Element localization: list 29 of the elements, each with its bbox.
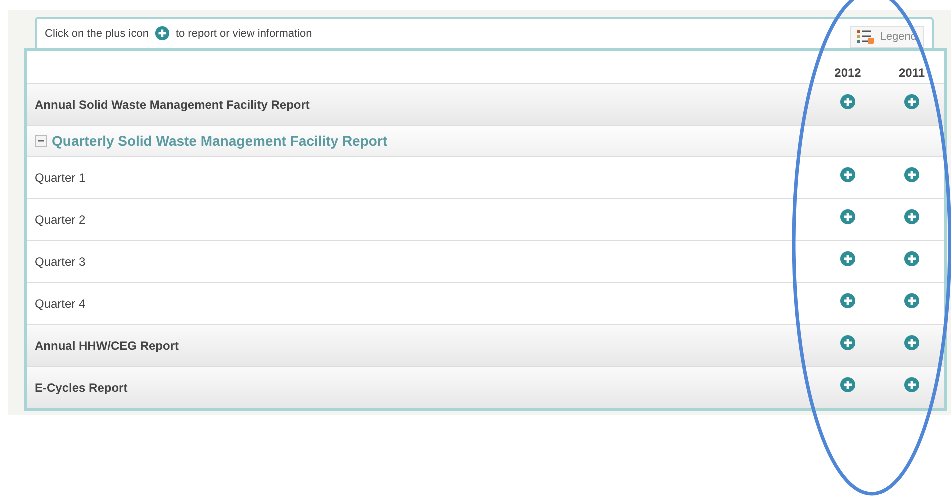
report-title: Quarter 4 [34, 296, 87, 310]
column-header: 2012 [834, 65, 862, 80]
report-title: Quarter 3 [34, 254, 87, 268]
plus-icon[interactable] [904, 377, 920, 393]
plus-icon[interactable] [904, 335, 920, 351]
plus-icon [154, 26, 170, 41]
plus-icon[interactable] [904, 209, 920, 225]
plus-icon[interactable] [840, 251, 856, 267]
legend-icon [857, 28, 876, 44]
group-title[interactable]: Quarterly Solid Waste Management Facility Report [52, 133, 388, 149]
report-title: Quarter 1 [34, 170, 87, 184]
plus-icon[interactable] [840, 293, 856, 309]
column-header: 2011 [898, 65, 926, 80]
instruction-text: to report or view information [176, 28, 312, 40]
plus-icon[interactable] [840, 377, 856, 393]
plus-icon[interactable] [840, 209, 856, 225]
report-title: Quarter 2 [34, 212, 87, 226]
plus-icon[interactable] [840, 335, 856, 351]
plus-icon[interactable] [904, 167, 920, 183]
plus-icon[interactable] [840, 94, 856, 110]
plus-icon[interactable] [840, 167, 856, 183]
plus-icon[interactable] [904, 94, 920, 110]
instruction-text: Click on the plus icon [45, 28, 149, 40]
plus-icon[interactable] [904, 251, 920, 267]
report-title: E-Cycles Report [34, 380, 129, 394]
report-title: Annual Solid Waste Management Facility Report [34, 98, 311, 112]
plus-icon[interactable] [904, 293, 920, 309]
collapse-icon[interactable] [35, 135, 47, 147]
report-title: Annual HHW/CEG Report [34, 338, 180, 352]
